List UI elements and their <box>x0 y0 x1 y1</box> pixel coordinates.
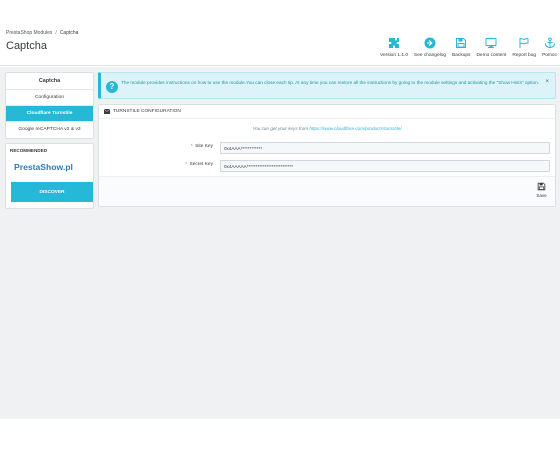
required-marker: * <box>190 144 193 149</box>
secret-key-label-text: Secret Key <box>189 162 213 167</box>
site-key-row: * Site Key <box>99 142 555 154</box>
envelope-icon <box>104 109 110 114</box>
cloudflare-link[interactable]: https://www.cloudflare.com/products/turn… <box>309 126 401 131</box>
secret-key-row: * Secret Key <box>99 160 555 172</box>
backups-label: Backups <box>452 53 471 58</box>
puzzle-icon <box>389 38 400 48</box>
help-label: Pomoc <box>542 53 557 58</box>
hint-text: The module provides instructions on how … <box>121 80 539 85</box>
hint-alert: ? The module provides instructions on ho… <box>98 72 556 99</box>
keys-info-text: You can get your keys from <box>252 126 309 131</box>
panel-heading: Turnstile configuration <box>99 105 555 119</box>
site-key-label: * Site Key <box>191 144 213 149</box>
recommended-title: Recommended <box>10 148 48 153</box>
floppy-icon <box>456 38 467 48</box>
turnstile-config-panel: Turnstile configuration You can get your… <box>98 104 556 207</box>
menu-item-google-recaptcha[interactable]: Google reCAPTCHA v2 & v3 <box>6 122 93 138</box>
site-key-label-text: Site Key <box>195 144 213 149</box>
demo-content-button[interactable]: Demo content <box>476 37 506 58</box>
breadcrumb: PrestaShop Modules / Captcha <box>6 30 78 36</box>
recommended-box: Recommended PrestaShow.pl Discover <box>5 143 94 209</box>
save-button[interactable]: Save <box>534 182 549 202</box>
close-hint-button[interactable]: × <box>545 79 549 85</box>
see-changelog-button[interactable]: See changelog <box>414 37 446 58</box>
site-key-input[interactable] <box>220 142 550 154</box>
save-icon <box>537 182 546 191</box>
monitor-icon <box>485 38 497 48</box>
report-bug-button[interactable]: Report bug <box>512 37 536 58</box>
menu-item-configuration[interactable]: Configuration <box>6 90 93 106</box>
menu-item-cloudflare-turnstile[interactable]: Cloudflare Turnstile <box>6 106 93 122</box>
prestashow-logo[interactable]: PrestaShow.pl <box>14 162 73 172</box>
discover-button[interactable]: Discover <box>11 182 93 202</box>
panel-footer: Save <box>99 176 555 206</box>
save-label: Save <box>536 193 547 198</box>
version-label: Version 1.1.0 <box>380 53 409 58</box>
breadcrumb-parent-link[interactable]: PrestaShop Modules <box>6 30 52 36</box>
backups-button[interactable]: Backups <box>452 37 470 58</box>
see-changelog-label: See changelog <box>414 53 447 58</box>
page-header: PrestaShop Modules / Captcha Captcha Versi… <box>0 0 560 66</box>
breadcrumb-separator: / <box>55 30 57 36</box>
secret-key-input[interactable] <box>220 160 550 172</box>
secret-key-label: * Secret Key <box>185 162 213 167</box>
module-sidebar: Captcha Configuration Cloudflare Turnsti… <box>5 72 94 209</box>
page-title: Captcha <box>6 40 47 52</box>
breadcrumb-current: Captcha <box>59 30 79 36</box>
module-menu-title: Captcha <box>6 73 93 90</box>
flag-icon <box>519 38 529 48</box>
module-menu: Captcha Configuration Cloudflare Turnsti… <box>5 72 94 139</box>
report-bug-label: Report bug <box>512 53 537 58</box>
help-button[interactable]: Pomoc <box>542 37 557 58</box>
panel-heading-text: Turnstile configuration <box>113 108 181 114</box>
demo-content-label: Demo content <box>476 53 507 58</box>
anchor-icon <box>544 37 555 49</box>
required-marker: * <box>185 162 188 167</box>
content-area: Captcha Configuration Cloudflare Turnsti… <box>0 67 560 419</box>
arrow-circle-icon <box>424 37 436 49</box>
toolbar: Version 1.1.0 See changelog Backups Demo… <box>374 37 557 58</box>
version-button[interactable]: Version 1.1.0 <box>380 37 408 58</box>
keys-info: You can get your keys from https://www.c… <box>99 126 555 131</box>
question-icon: ? <box>106 81 118 93</box>
